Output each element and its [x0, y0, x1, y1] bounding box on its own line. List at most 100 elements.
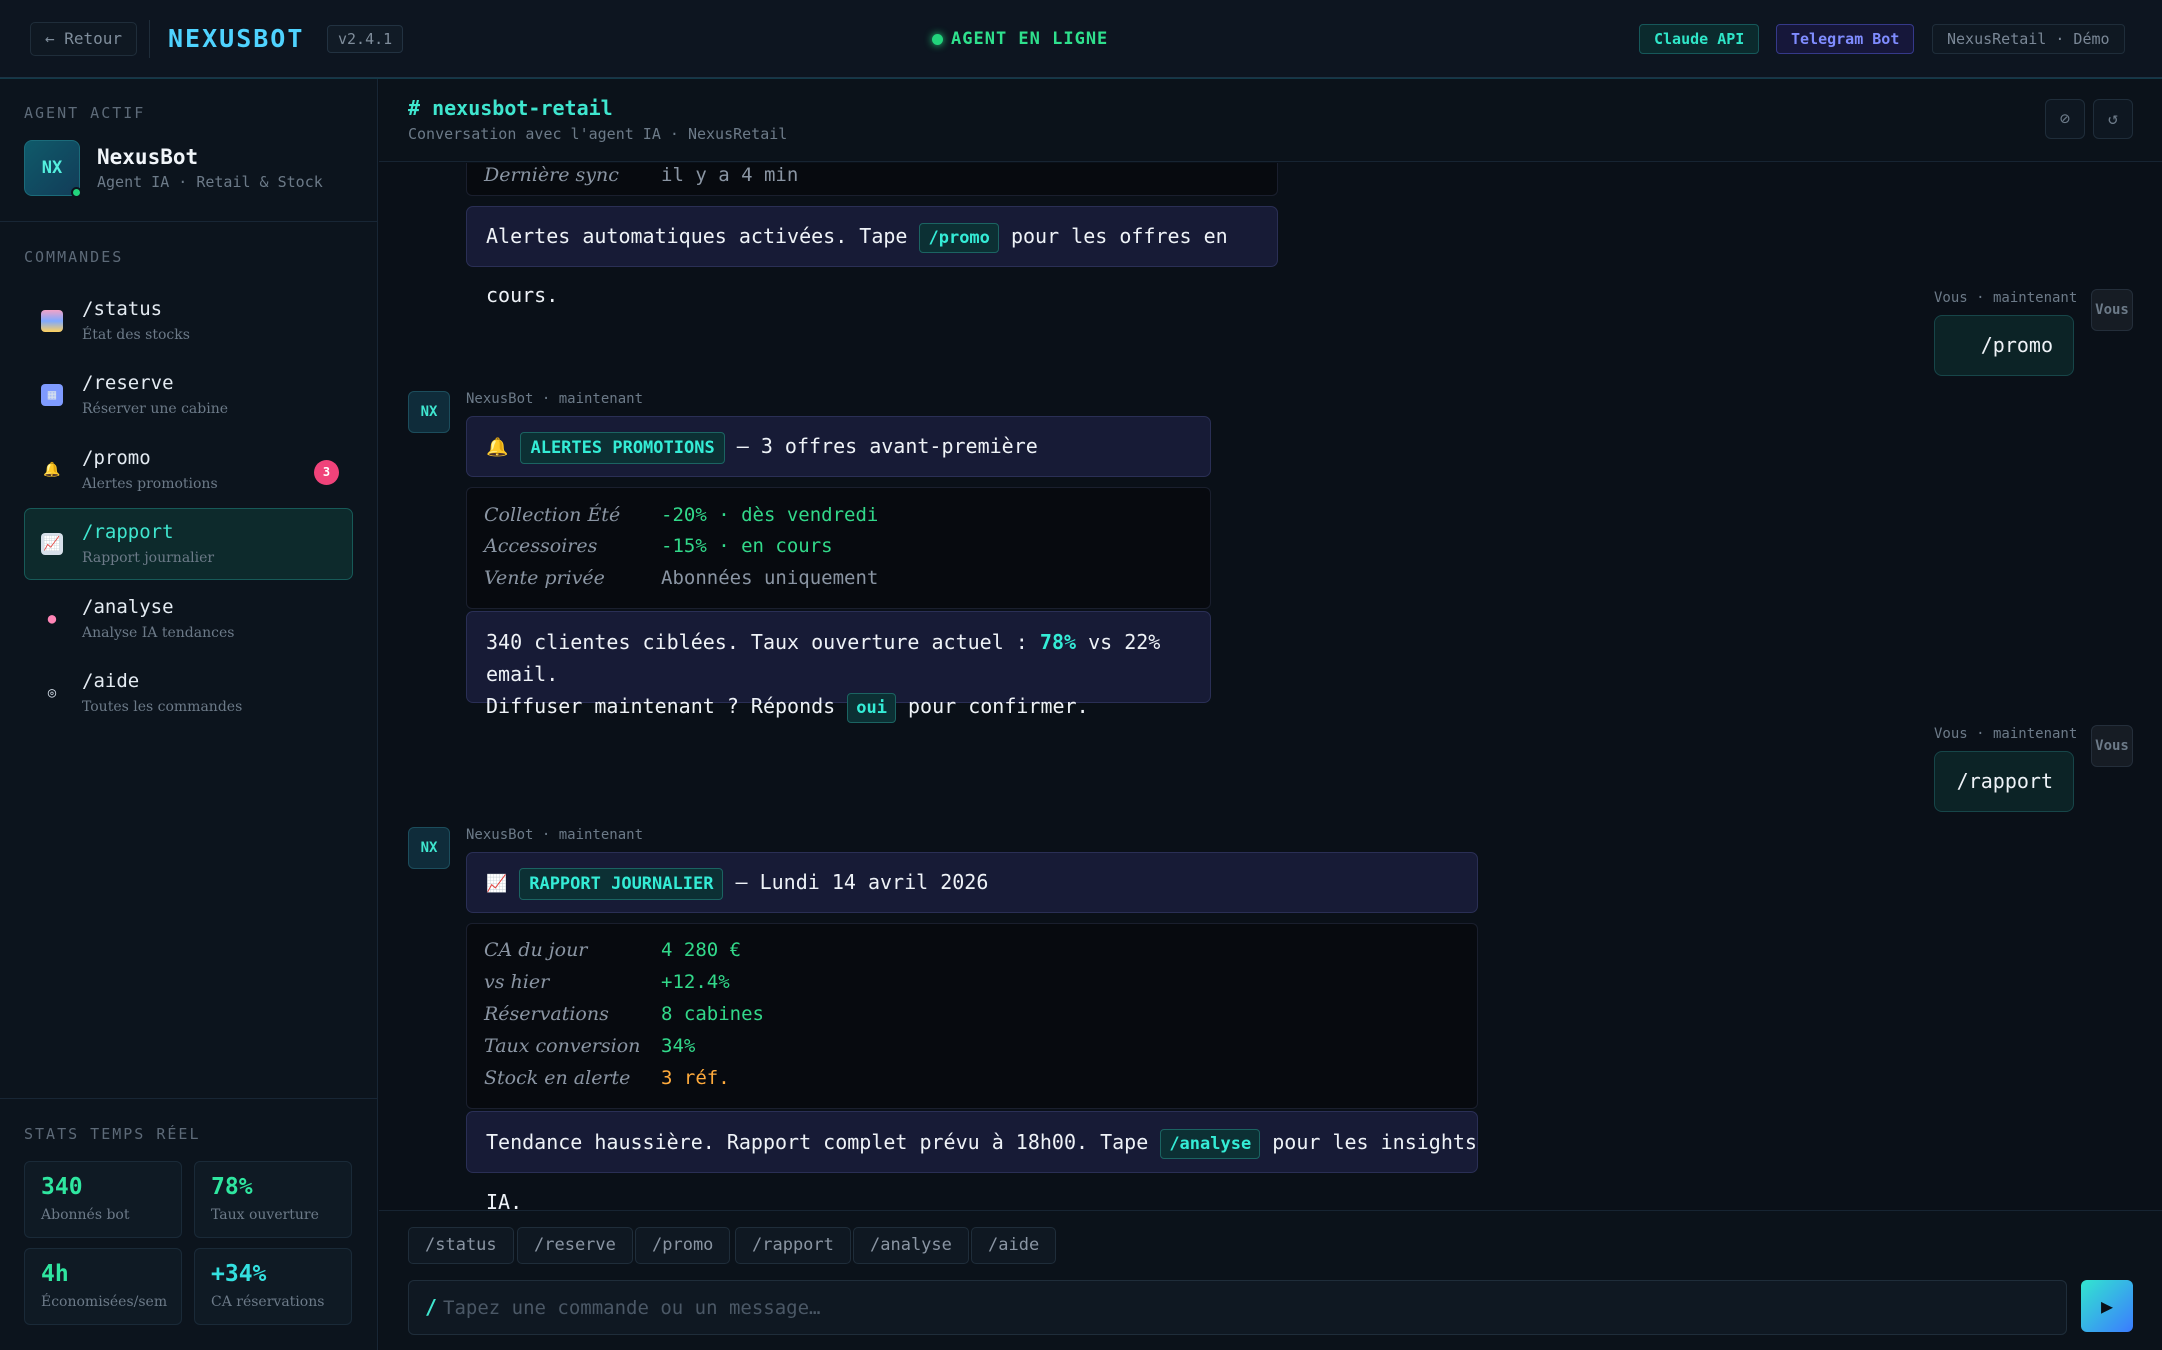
divider [0, 1098, 378, 1099]
info-table: Dernière sync il y a 4 min [466, 163, 1278, 196]
command-description: Rapport journalier [82, 550, 215, 566]
quick-command-status[interactable]: /status [408, 1227, 514, 1264]
stat-value: 340 [41, 1174, 83, 1200]
command-description: État des stocks [82, 327, 190, 343]
row-value: -15% · en cours [661, 535, 833, 557]
row-key: vs hier [484, 971, 550, 993]
row-key: CA du jour [484, 939, 588, 961]
user-avatar: Vous [2091, 725, 2133, 767]
sidebar: AGENT ACTIF NX NexusBot Agent IA · Retai… [0, 79, 378, 1350]
sidebar-item-status[interactable]: /status État des stocks [24, 285, 353, 357]
chart-icon [41, 310, 63, 332]
sidebar-item-reserve[interactable]: ▦ /reserve Réserver une cabine [24, 359, 353, 431]
stat-card-subscribers: 340 Abonnés bot [24, 1161, 182, 1238]
row-key: Accessoires [484, 535, 598, 557]
stats-section-title: STATS TEMPS RÉEL [24, 1125, 201, 1143]
command-chip[interactable]: oui [847, 692, 896, 723]
message-input-box[interactable]: / [408, 1280, 2067, 1335]
agent-name: NexusBot [97, 145, 199, 169]
row-value: 34% [661, 1035, 696, 1057]
bell-icon: 🔔 [486, 437, 509, 458]
demo-tag: NexusRetail · Démo [1932, 24, 2125, 54]
trend-icon: 📈 [41, 533, 63, 555]
command-name: /promo [82, 447, 151, 469]
stat-label: Économisées/sem [41, 1294, 168, 1310]
clear-button[interactable]: ⊘ [2045, 99, 2085, 139]
message-list: Dernière sync il y a 4 min Alertes autom… [379, 163, 2162, 1210]
command-chip[interactable]: /promo [919, 222, 999, 253]
bot-message: 340 clientes ciblées. Taux ouverture act… [466, 611, 1211, 723]
sidebar-item-aide[interactable]: ◎ /aide Toutes les commandes [24, 657, 353, 729]
top-bar: ← Retour NEXUSBOT v2.4.1 AGENT EN LIGNE … [0, 0, 2162, 78]
stat-value: 78% [211, 1174, 253, 1200]
row-key: Réservations [484, 1003, 609, 1025]
stat-value: 4h [41, 1261, 69, 1287]
message-title: — Lundi 14 avril 2026 [735, 870, 989, 894]
send-button[interactable]: ▶ [2081, 1280, 2133, 1332]
agent-status: AGENT EN LIGNE [932, 26, 1108, 52]
quick-command-reserve[interactable]: /reserve [517, 1227, 633, 1264]
bot-avatar: NX [408, 827, 450, 869]
agent-section-title: AGENT ACTIF [24, 104, 146, 122]
app-logo: NEXUSBOT [168, 20, 304, 58]
row-key: Stock en alerte [484, 1067, 631, 1089]
trend-icon: 📈 [486, 874, 508, 894]
row-value: 8 cabines [661, 1003, 764, 1025]
message-text: Alertes automatiques activées. Tape [486, 224, 908, 248]
row-value: il y a 4 min [661, 164, 799, 186]
command-chip[interactable]: /analyse [1160, 1128, 1261, 1159]
row-value: 3 réf. [661, 1067, 730, 1089]
refresh-button[interactable]: ↺ [2093, 99, 2133, 139]
online-indicator-icon [71, 187, 82, 198]
brain-icon: ● [47, 611, 57, 627]
quick-command-analyse[interactable]: /analyse [853, 1227, 969, 1264]
quick-command-rapport[interactable]: /rapport [735, 1227, 851, 1264]
message-input[interactable] [443, 1289, 2043, 1327]
channel-subtitle: Conversation avec l'agent IA · NexusReta… [408, 125, 788, 143]
back-button[interactable]: ← Retour [30, 22, 138, 56]
command-description: Toutes les commandes [82, 699, 243, 715]
command-name: /aide [82, 670, 140, 692]
claude-api-tag[interactable]: Claude API [1639, 24, 1760, 54]
divider [0, 221, 378, 222]
quick-command-promo[interactable]: /promo [635, 1227, 731, 1264]
stat-label: Taux ouverture [211, 1207, 319, 1223]
bot-avatar: NX [408, 391, 450, 433]
command-name: /status [82, 298, 163, 320]
version-badge: v2.4.1 [327, 25, 404, 53]
row-key: Dernière sync [484, 164, 619, 186]
command-description: Alertes promotions [82, 476, 218, 492]
message-label: RAPPORT JOURNALIER [519, 867, 724, 900]
row-key: Collection Été [484, 504, 621, 526]
message-line: 340 clientes ciblées. Taux ouverture act… [486, 626, 1191, 690]
agent-role: Agent IA · Retail & Stock [97, 173, 323, 191]
stat-card-revenue: +34% CA réservations [194, 1248, 352, 1325]
message-meta: NexusBot · maintenant [466, 827, 644, 843]
sidebar-item-rapport[interactable]: 📈 /rapport Rapport journalier [24, 508, 353, 580]
row-value: Abonnées uniquement [661, 567, 879, 589]
user-message: /rapport [1934, 751, 2074, 812]
sidebar-item-analyse[interactable]: ● /analyse Analyse IA tendances [24, 583, 353, 655]
telegram-bot-tag[interactable]: Telegram Bot [1776, 24, 1915, 54]
calendar-icon: ▦ [41, 384, 63, 406]
command-description: Analyse IA tendances [82, 625, 235, 641]
composer: /status /reserve /promo /rapport /analys… [379, 1210, 2162, 1350]
online-dot-icon [932, 34, 943, 45]
row-key: Vente privée [484, 567, 605, 589]
message-line: Diffuser maintenant ? Réponds oui pour c… [486, 690, 1191, 723]
row-value: +12.4% [661, 971, 730, 993]
user-message: /promo [1934, 315, 2074, 376]
notification-badge: 3 [314, 460, 339, 485]
message-text: 340 clientes ciblées. Taux ouverture act… [486, 630, 1028, 654]
bell-icon: 🔔 [43, 462, 61, 478]
message-label: ALERTES PROMOTIONS [520, 431, 725, 464]
sidebar-item-promo[interactable]: 🔔 /promo Alertes promotions 3 [24, 434, 353, 506]
stat-value: +34% [211, 1261, 267, 1287]
bot-message: Tendance haussière. Rapport complet prév… [466, 1111, 1478, 1210]
agent-status-label: AGENT EN LIGNE [951, 29, 1109, 49]
stat-label: CA réservations [211, 1294, 325, 1310]
quick-command-aide[interactable]: /aide [971, 1227, 1057, 1264]
command-name: /analyse [82, 596, 174, 618]
chat-header: # nexusbot-retail Conversation avec l'ag… [379, 79, 2162, 162]
row-value: 4 280 € [661, 939, 742, 961]
